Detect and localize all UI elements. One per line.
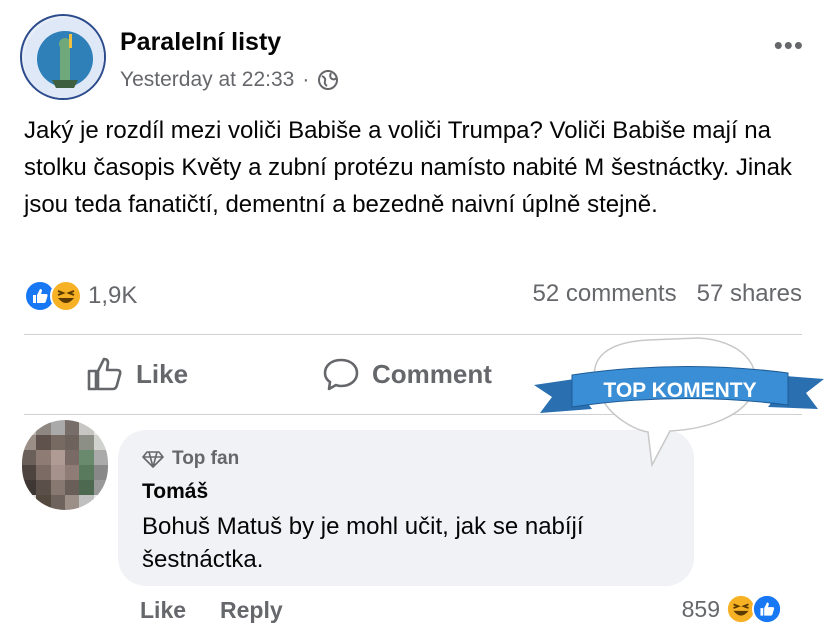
page-avatar[interactable] [20,14,106,100]
reaction-icons [24,280,82,312]
like-button[interactable]: Like [86,356,188,392]
haha-reaction-icon [50,280,82,312]
comment-like-button[interactable]: Like [140,597,186,624]
comment-button[interactable]: Comment [322,356,492,392]
shares-count[interactable]: 57 shares [697,280,802,308]
comment-author[interactable]: Tomáš [142,480,670,504]
comment-reactions[interactable]: 859 [682,594,782,624]
commenter-avatar[interactable] [22,420,108,510]
post-text: Jaký je rozdíl mezi voliči Babiše a voli… [24,117,792,218]
post-meta: Yesterday at 22:33 · [120,68,339,92]
reactions-count: 1,9K [88,282,138,309]
reactions-summary[interactable]: 1,9K [24,280,137,312]
engagement-counts: 52 comments 57 shares [533,280,802,308]
like-reaction-icon [752,594,782,624]
page-name[interactable]: Paralelní listy [120,28,281,57]
top-comments-overlay: TOP KOMENTY [534,337,824,468]
comment-reply-button[interactable]: Reply [220,597,283,624]
post-timestamp[interactable]: Yesterday at 22:33 [120,68,294,92]
like-label: Like [136,358,189,389]
meta-separator: · [302,68,310,91]
comment-actions: Like Reply [140,597,283,624]
comments-count[interactable]: 52 comments [533,280,677,308]
diamond-icon [142,451,164,468]
comment-reaction-count: 859 [681,595,720,622]
thumbs-up-icon [87,357,122,391]
page-logo [24,18,104,98]
comment-label: Comment [372,358,492,389]
comment-text: Bohuš Matuš by je mohl učit, jak se nabí… [142,513,584,573]
comment-icon [323,358,359,391]
badge-label: Top fan [172,448,240,469]
globe-icon [318,70,339,90]
more-icon[interactable]: ••• [774,30,804,61]
ribbon-text: TOP KOMENTY [603,379,756,402]
